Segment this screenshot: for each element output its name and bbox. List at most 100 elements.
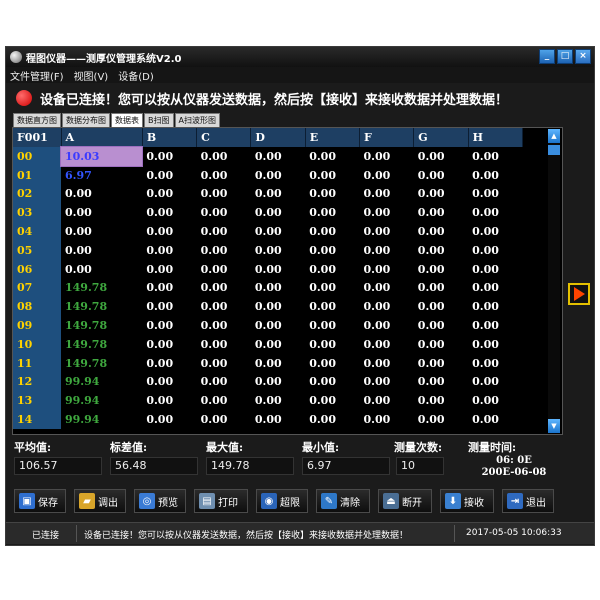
grid-cell[interactable]: 0.00 xyxy=(305,297,360,317)
grid-cell[interactable]: 0.00 xyxy=(413,240,469,260)
grid-cell[interactable]: 0.00 xyxy=(413,410,469,429)
grid-cell[interactable]: 0.00 xyxy=(250,353,306,373)
tab-distribution[interactable]: 数据分布图 xyxy=(62,113,110,127)
row-header[interactable]: 14 xyxy=(13,410,61,429)
grid-cell[interactable]: 0.00 xyxy=(196,316,251,335)
grid-cell[interactable]: 0.00 xyxy=(196,278,251,298)
grid-cell[interactable]: 0.00 xyxy=(61,240,143,260)
grid-cell[interactable]: 0.00 xyxy=(305,240,360,260)
menu-file[interactable]: 文件管理(F) xyxy=(10,68,64,83)
grid-cell[interactable]: 0.00 xyxy=(468,222,523,241)
grid-cell[interactable]: 0.00 xyxy=(305,372,360,392)
minimize-button[interactable]: _ xyxy=(539,49,555,64)
grid-cell[interactable]: 0.00 xyxy=(142,391,197,411)
column-header[interactable]: B xyxy=(142,128,198,147)
grid-cell[interactable]: 0.00 xyxy=(413,147,469,166)
grid-cell[interactable]: 0.00 xyxy=(359,240,414,260)
grid-cell[interactable]: 0.00 xyxy=(142,410,197,429)
grid-cell[interactable]: 0.00 xyxy=(359,165,414,185)
grid-cell[interactable]: 0.00 xyxy=(359,410,414,429)
grid-cell[interactable]: 0.00 xyxy=(468,353,523,373)
column-header[interactable]: C xyxy=(196,128,252,147)
grid-cell[interactable]: 0.00 xyxy=(468,278,523,298)
row-header[interactable]: 12 xyxy=(13,372,61,392)
row-header[interactable]: 05 xyxy=(13,240,61,260)
row-header[interactable]: 11 xyxy=(13,353,61,373)
grid-cell[interactable]: 99.94 xyxy=(61,391,143,411)
grid-cell[interactable]: 0.00 xyxy=(142,222,197,241)
grid-cell[interactable]: 0.00 xyxy=(305,316,360,335)
grid-cell[interactable]: 0.00 xyxy=(142,316,197,335)
grid-cell[interactable]: 0.00 xyxy=(196,222,251,241)
grid-cell[interactable]: 0.00 xyxy=(468,391,523,411)
grid-cell[interactable]: 0.00 xyxy=(142,147,197,166)
grid-cell[interactable]: 0.00 xyxy=(359,184,414,204)
row-header[interactable]: 04 xyxy=(13,222,61,241)
grid-cell[interactable]: 0.00 xyxy=(196,372,251,392)
grid-cell[interactable]: 0.00 xyxy=(468,334,523,354)
row-header[interactable]: 09 xyxy=(13,316,61,335)
clear-button[interactable]: ✎ 清除 xyxy=(316,489,370,513)
grid-cell[interactable]: 0.00 xyxy=(196,297,251,317)
grid-cell[interactable]: 0.00 xyxy=(468,165,523,185)
grid-cell[interactable]: 0.00 xyxy=(250,259,306,279)
grid-cell[interactable]: 0.00 xyxy=(196,165,251,185)
load-button[interactable]: ▰ 调出 xyxy=(74,489,126,513)
grid-cell[interactable]: 0.00 xyxy=(305,222,360,241)
grid-cell[interactable]: 0.00 xyxy=(142,184,197,204)
grid-cell[interactable]: 0.00 xyxy=(250,165,306,185)
grid-cell[interactable]: 0.00 xyxy=(359,334,414,354)
grid-cell[interactable]: 0.00 xyxy=(468,184,523,204)
grid-cell[interactable]: 0.00 xyxy=(142,353,197,373)
grid-cell[interactable]: 0.00 xyxy=(61,259,143,279)
grid-cell[interactable]: 0.00 xyxy=(468,410,523,429)
grid-cell[interactable]: 0.00 xyxy=(359,203,414,223)
grid-cell[interactable]: 0.00 xyxy=(250,391,306,411)
grid-cell[interactable]: 0.00 xyxy=(142,259,197,279)
grid-cell[interactable]: 0.00 xyxy=(305,410,360,429)
row-header[interactable]: 08 xyxy=(13,297,61,317)
scroll-up-icon[interactable]: ▲ xyxy=(548,129,560,143)
grid-cell[interactable]: 99.94 xyxy=(61,410,143,429)
grid-cell[interactable]: 0.00 xyxy=(468,297,523,317)
row-header[interactable]: 00 xyxy=(13,147,61,166)
grid-cell[interactable]: 0.00 xyxy=(250,278,306,298)
row-header[interactable]: 13 xyxy=(13,391,61,411)
column-header[interactable]: D xyxy=(250,128,306,147)
disconnect-button[interactable]: ⏏ 断开 xyxy=(378,489,432,513)
grid-cell[interactable]: 0.00 xyxy=(468,240,523,260)
grid-cell[interactable]: 0.00 xyxy=(250,184,306,204)
column-header[interactable]: A xyxy=(61,128,143,147)
receive-button[interactable]: ⬇ 接收 xyxy=(440,489,494,513)
grid-cell[interactable]: 0.00 xyxy=(413,222,469,241)
row-header[interactable]: 02 xyxy=(13,184,61,204)
preview-button[interactable]: ◎ 预览 xyxy=(134,489,186,513)
grid-cell[interactable]: 0.00 xyxy=(468,316,523,335)
column-header[interactable]: H xyxy=(468,128,524,147)
column-header[interactable]: F xyxy=(359,128,415,147)
row-header[interactable]: 01 xyxy=(13,165,61,185)
grid-cell[interactable]: 0.00 xyxy=(359,353,414,373)
row-header[interactable]: 06 xyxy=(13,259,61,279)
grid-cell[interactable]: 0.00 xyxy=(196,203,251,223)
column-header[interactable]: G xyxy=(413,128,469,147)
grid-cell[interactable]: 0.00 xyxy=(413,297,469,317)
grid-cell[interactable]: 0.00 xyxy=(142,372,197,392)
menu-device[interactable]: 设备(D) xyxy=(118,68,154,83)
grid-cell[interactable]: 0.00 xyxy=(196,184,251,204)
grid-cell[interactable]: 0.00 xyxy=(61,184,143,204)
tab-a-scan[interactable]: A扫波形图 xyxy=(174,113,220,127)
grid-cell[interactable]: 0.00 xyxy=(196,353,251,373)
grid-cell[interactable]: 0.00 xyxy=(413,372,469,392)
grid-cell[interactable]: 149.78 xyxy=(61,278,143,298)
grid-cell[interactable]: 0.00 xyxy=(359,222,414,241)
grid-cell[interactable]: 0.00 xyxy=(359,278,414,298)
tab-b-scan[interactable]: B扫图 xyxy=(144,113,174,127)
grid-cell[interactable]: 0.00 xyxy=(305,334,360,354)
grid-cell[interactable]: 0.00 xyxy=(413,203,469,223)
grid-cell[interactable]: 0.00 xyxy=(142,278,197,298)
grid-cell[interactable]: 149.78 xyxy=(61,334,143,354)
grid-cell[interactable]: 149.78 xyxy=(61,316,143,335)
grid-cell[interactable]: 0.00 xyxy=(413,353,469,373)
grid-cell[interactable]: 0.00 xyxy=(61,222,143,241)
